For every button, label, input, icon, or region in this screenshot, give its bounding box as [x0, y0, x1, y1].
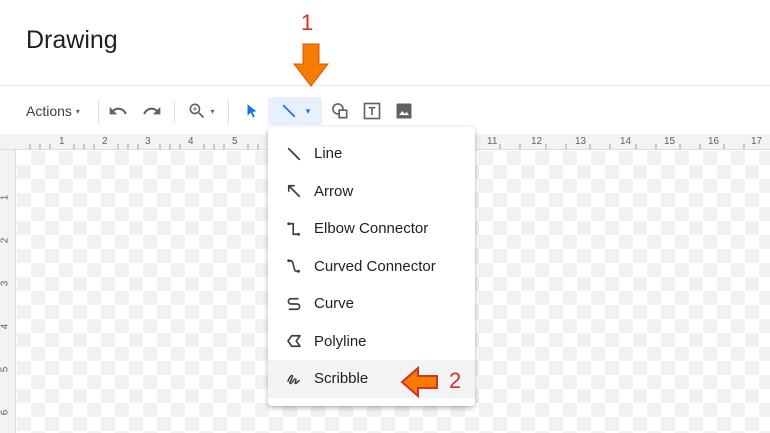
shape-icon — [332, 103, 348, 119]
text-box-icon — [363, 102, 381, 120]
ruler-number: 5 — [0, 366, 11, 373]
line-tool-button[interactable]: ▾ — [268, 97, 322, 125]
chevron-down-icon: ▾ — [210, 106, 215, 116]
line-type-menu: Line Arrow Elbow Connector Curved Connec… — [268, 127, 475, 406]
zoom-button[interactable]: ▾ — [182, 92, 220, 130]
ruler-number: 3 — [145, 136, 151, 147]
menu-item-scribble[interactable]: Scribble — [268, 360, 475, 398]
actions-label: Actions — [26, 103, 72, 119]
step-2-label: 2 — [449, 368, 462, 393]
ruler-number: 4 — [188, 136, 194, 147]
ruler-number: 13 — [575, 136, 587, 147]
undo-icon — [109, 106, 127, 115]
menu-item-line[interactable]: Line — [268, 135, 475, 173]
menu-item-label: Polyline — [314, 332, 367, 350]
redo-button[interactable] — [138, 92, 166, 130]
down-arrow-annotation-icon — [292, 43, 330, 87]
ruler-number: 5 — [232, 136, 238, 147]
menu-item-label: Arrow — [314, 182, 354, 200]
insert-image-button[interactable] — [390, 92, 418, 130]
menu-item-label: Scribble — [314, 370, 369, 388]
ruler-number: 11 — [487, 136, 498, 147]
shape-button[interactable] — [326, 92, 354, 130]
step-1-label: 1 — [301, 10, 314, 35]
menu-item-curve[interactable]: Curve — [268, 285, 475, 323]
toolbar-divider — [228, 101, 229, 123]
page-title: Drawing — [26, 26, 118, 54]
ruler-number: 1 — [59, 136, 65, 147]
curved-connector-icon — [287, 259, 300, 273]
menu-item-curved-connector[interactable]: Curved Connector — [268, 248, 475, 286]
line-icon — [287, 147, 301, 160]
menu-item-label: Line — [314, 145, 343, 163]
line-icon — [282, 104, 295, 118]
menu-item-elbow-connector[interactable]: Elbow Connector — [268, 210, 475, 248]
menu-item-label: Curved Connector — [314, 257, 436, 275]
menu-item-arrow[interactable]: Arrow — [268, 173, 475, 211]
undo-button[interactable] — [104, 92, 132, 130]
ruler-number: 15 — [664, 136, 676, 147]
curve-icon — [287, 297, 301, 310]
arrow-icon — [287, 185, 301, 198]
ruler-number: 12 — [531, 136, 543, 147]
title-divider — [0, 85, 770, 86]
polyline-icon — [287, 335, 301, 348]
left-arrow-annotation-icon — [400, 366, 438, 398]
ruler-number: 3 — [0, 280, 11, 287]
menu-item-label: Curve — [314, 295, 355, 313]
ruler-number: 4 — [0, 323, 11, 330]
select-button[interactable] — [238, 92, 266, 130]
toolbar: Actions ▾ ▾ ▾ — [0, 92, 770, 130]
cursor-icon — [247, 104, 257, 118]
elbow-connector-icon — [287, 222, 300, 236]
text-box-button[interactable] — [358, 92, 386, 130]
scribble-icon — [287, 374, 300, 385]
chevron-down-icon[interactable]: ▾ — [306, 106, 311, 117]
toolbar-divider — [174, 101, 175, 123]
vertical-ruler: 1 2 3 4 5 6 — [0, 150, 16, 433]
actions-menu-button[interactable]: Actions ▾ — [20, 92, 92, 130]
ruler-number: 6 — [0, 409, 11, 416]
ruler-number: 14 — [620, 136, 632, 147]
ruler-number: 2 — [0, 237, 11, 244]
ruler-number: 16 — [708, 136, 720, 147]
zoom-in-icon — [189, 103, 205, 119]
ruler-number: 17 — [751, 136, 763, 147]
menu-item-label: Elbow Connector — [314, 220, 429, 238]
menu-item-polyline[interactable]: Polyline — [268, 323, 475, 361]
ruler-number: 1 — [0, 194, 11, 201]
image-icon — [396, 103, 412, 119]
chevron-down-icon: ▾ — [75, 106, 80, 116]
redo-icon — [143, 106, 161, 115]
toolbar-divider — [98, 101, 99, 123]
ruler-number: 2 — [102, 136, 108, 147]
